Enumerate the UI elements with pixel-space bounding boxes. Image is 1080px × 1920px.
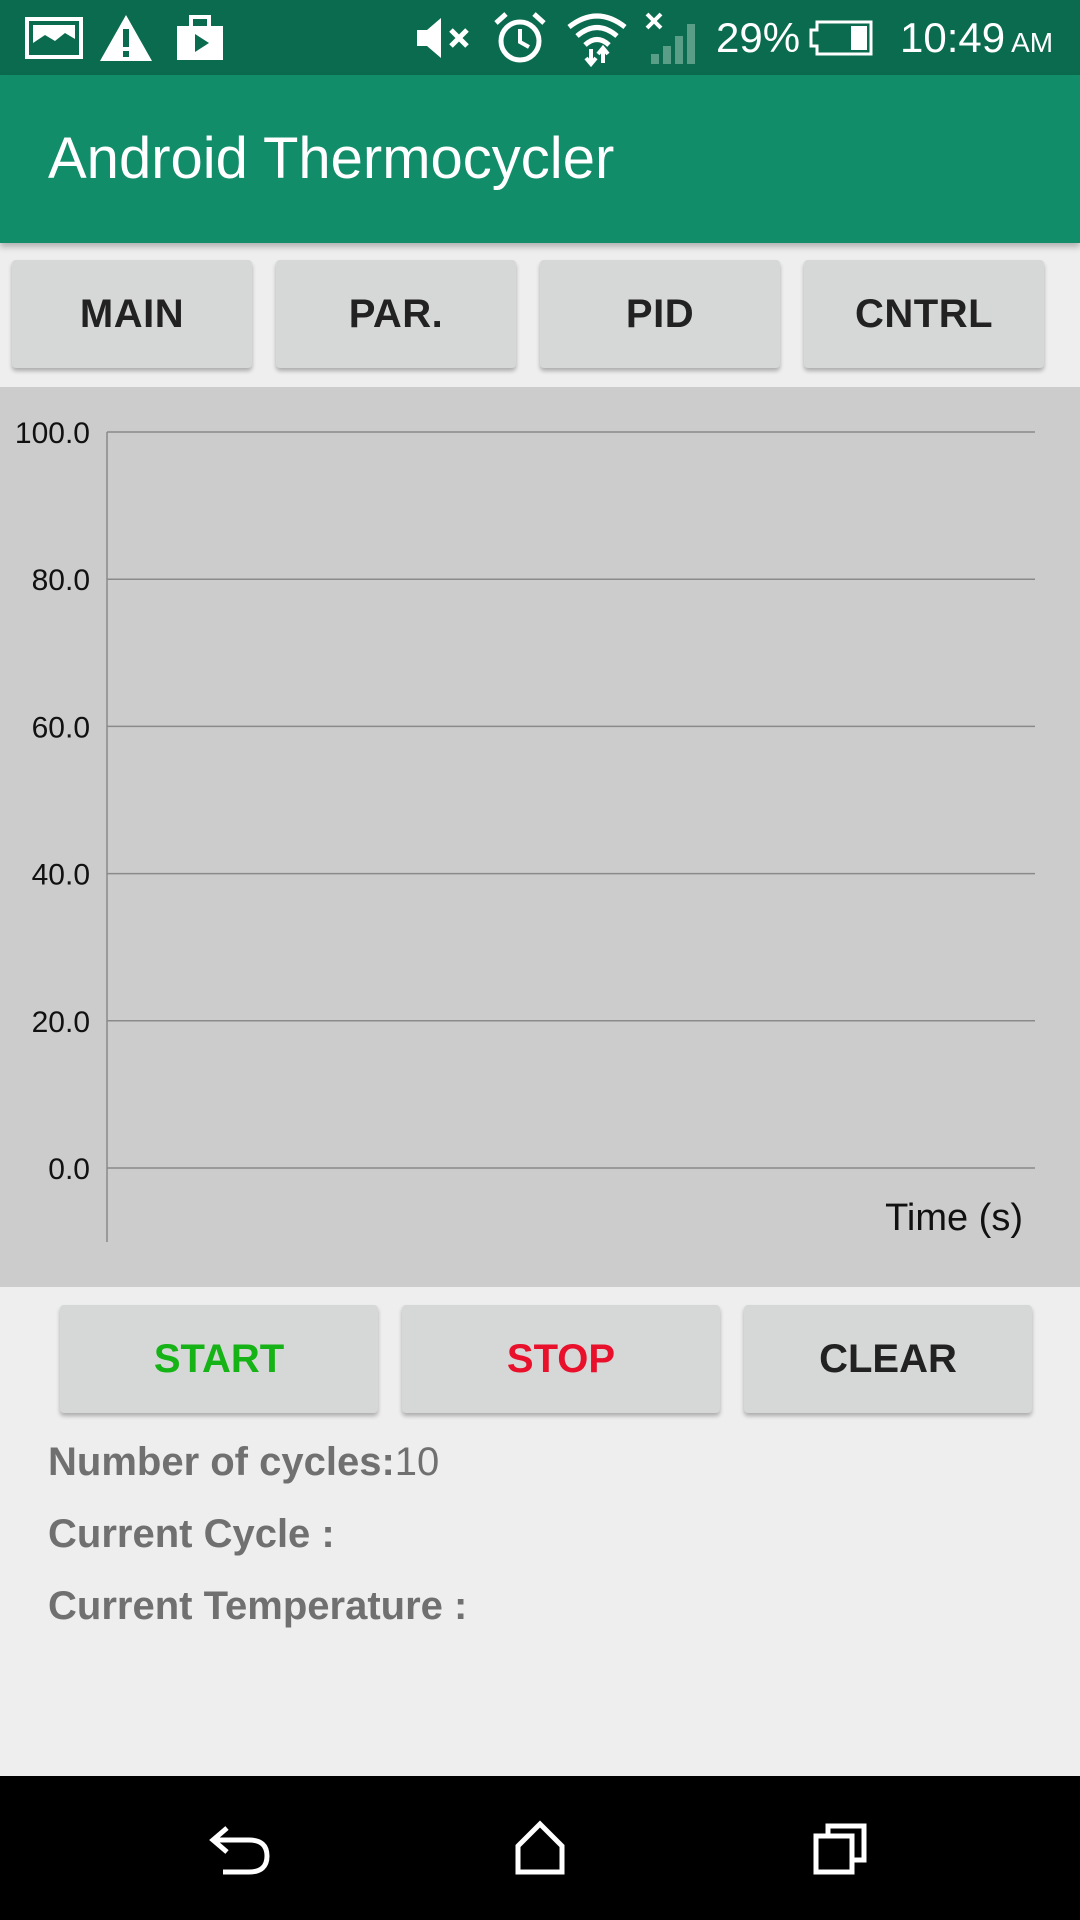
battery-percent: 29%: [716, 14, 801, 61]
wifi-icon: [564, 10, 630, 67]
briefcase-icon: [170, 10, 230, 66]
x-axis-label: Time (s): [885, 1197, 1023, 1239]
tab-main[interactable]: MAIN: [12, 260, 252, 368]
y-tick-label: 60.0: [32, 711, 90, 744]
temperature-chart: 100.0 80.0 60.0 40.0 20.0 0.0 Time (s): [0, 387, 1080, 1287]
clock-time: 10:49: [900, 14, 1006, 61]
image-icon: [24, 10, 84, 66]
y-tick-label: 100.0: [15, 417, 90, 450]
recents-icon[interactable]: [790, 1798, 890, 1898]
current-cycle-line: Current Cycle :: [48, 1504, 335, 1564]
app-bar: Android Thermocycler: [0, 75, 1080, 243]
clock: 10:49 AM: [900, 10, 1053, 66]
navigation-bar: [0, 1776, 1080, 1920]
clock-ampm: AM: [1011, 27, 1054, 58]
cycles-value: 10: [394, 1440, 440, 1484]
home-icon[interactable]: [490, 1798, 590, 1898]
current-cycle-label: Current Cycle :: [48, 1512, 335, 1556]
warning-icon: [96, 10, 156, 66]
y-tick-label: 0.0: [48, 1153, 90, 1186]
current-temperature-label: Current Temperature :: [48, 1584, 468, 1628]
tab-parameters[interactable]: PAR.: [276, 260, 516, 368]
mute-icon: [412, 10, 476, 66]
battery-icon: [806, 10, 876, 66]
app-title: Android Thermocycler: [48, 126, 615, 191]
y-tick-label: 40.0: [32, 859, 90, 892]
cycles-line: Number of cycles:10: [48, 1432, 439, 1492]
stop-button[interactable]: STOP: [402, 1305, 720, 1413]
start-button[interactable]: START: [60, 1305, 378, 1413]
status-bar: 29% 10:49 AM: [0, 0, 1080, 75]
alarm-icon: [490, 10, 550, 66]
y-tick-label: 20.0: [32, 1006, 90, 1039]
y-tick-label: 80.0: [32, 564, 90, 597]
cycles-label: Number of cycles:: [48, 1440, 395, 1484]
tab-pid[interactable]: PID: [540, 260, 780, 368]
tab-control[interactable]: CNTRL: [804, 260, 1044, 368]
back-icon[interactable]: [190, 1798, 290, 1898]
current-temperature-line: Current Temperature :: [48, 1576, 467, 1636]
chart-canvas: 100.0 80.0 60.0 40.0 20.0 0.0 Time (s): [15, 417, 1035, 1242]
signal-icon: [642, 10, 704, 66]
clear-button[interactable]: CLEAR: [744, 1305, 1032, 1413]
